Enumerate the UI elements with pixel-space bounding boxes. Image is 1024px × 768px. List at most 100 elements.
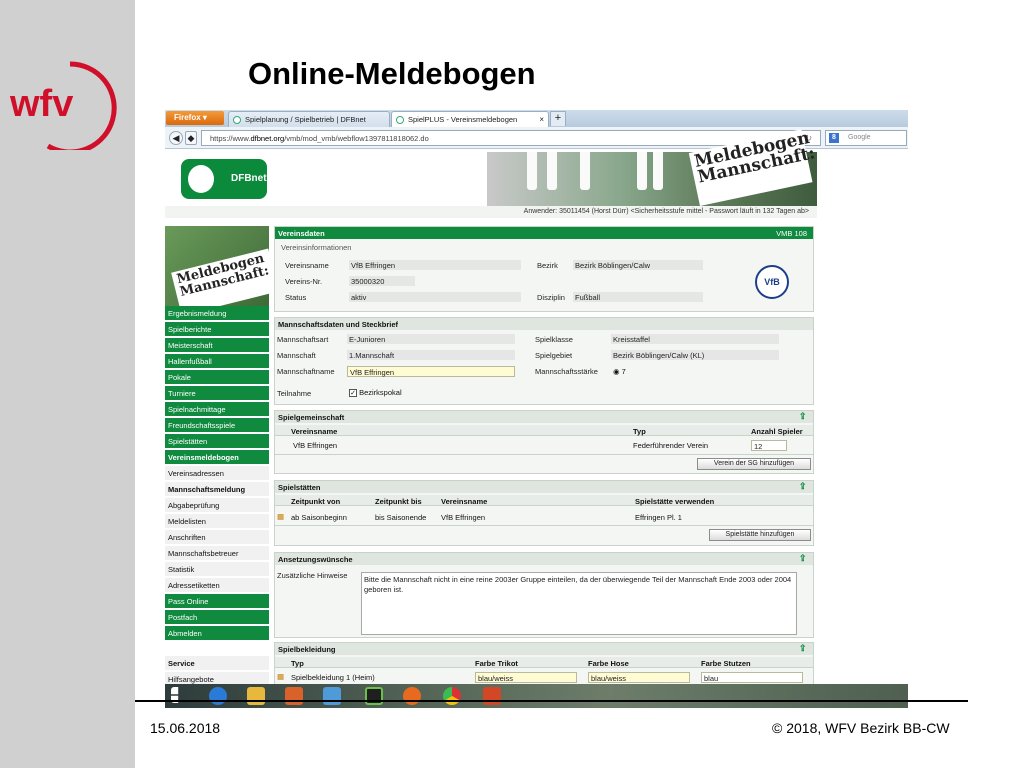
table-cell: ab Saisonbeginn: [291, 513, 347, 522]
club-crest: VfB: [755, 265, 789, 299]
file-explorer-icon[interactable]: [247, 687, 265, 705]
column-header: Farbe Hose: [588, 659, 629, 668]
back-arrow-icon[interactable]: ◀: [169, 131, 183, 145]
sidebar-item-pass-online[interactable]: Pass Online: [165, 594, 269, 609]
column-header: Typ: [291, 659, 304, 668]
label: Spielgebiet: [535, 351, 573, 360]
sidebar-item-pokale[interactable]: Pokale: [165, 370, 269, 385]
close-icon[interactable]: ×: [539, 115, 544, 124]
sidebar-item-mannschaftsbetreuer[interactable]: Mannschaftsbetreuer: [165, 546, 269, 561]
windows-taskbar: [165, 684, 908, 708]
panel-header: Spielgemeinschaft ⇪: [275, 411, 813, 423]
column-header: Vereinsname: [441, 497, 488, 506]
sidebar-item-meldelisten[interactable]: Meldelisten: [165, 514, 269, 529]
ie-browser-icon[interactable]: [209, 687, 227, 705]
column-header: Vereinsname: [291, 427, 338, 436]
staerke-radio[interactable]: ◉ 7: [613, 367, 626, 376]
tab-vereinsmeldebogen[interactable]: SpielPLUS - Vereinsmeldebogen ×: [391, 111, 549, 127]
footer-date: 15.06.2018: [150, 720, 221, 736]
browser-screenshot: Firefox ▾ Spielplanung / Spielbetrieb | …: [165, 110, 908, 708]
label: Mannschaft: [277, 351, 316, 360]
collapse-icon[interactable]: ⇪: [799, 644, 809, 654]
sidebar-item-anschriften[interactable]: Anschriften: [165, 530, 269, 545]
user-status-line: Anwender: 35011454 (Horst Dürr) <Sicherh…: [165, 206, 817, 218]
banner-sock: [637, 152, 647, 190]
anzahl-spieler-input[interactable]: 12: [751, 440, 787, 451]
sidebar-item-spielnachmittage[interactable]: Spielnachmittage: [165, 402, 269, 417]
firefox-menu-button[interactable]: Firefox ▾: [166, 111, 224, 125]
globe-icon: [396, 116, 404, 124]
label: Teilnahme: [277, 389, 312, 398]
collapse-icon[interactable]: ⇪: [799, 412, 809, 422]
column-header: Farbe Stutzen: [701, 659, 751, 668]
panel-header: Vereinsdaten VMB 108: [275, 227, 813, 239]
app-icon[interactable]: [365, 687, 383, 705]
lock-icon: ◆: [185, 131, 197, 145]
label: Zusätzliche Hinweise: [277, 571, 348, 580]
stutzen-color-input[interactable]: blau: [701, 672, 803, 683]
sidebar-item-postfach[interactable]: Postfach: [165, 610, 269, 625]
trikot-color-input[interactable]: blau/weiss: [475, 672, 577, 683]
search-engine-icon: 8: [829, 133, 839, 143]
label: Vereins-Nr.: [285, 277, 323, 286]
collapse-icon[interactable]: ⇪: [799, 482, 809, 492]
sidebar-item-adressetiketten[interactable]: Adressetiketten: [165, 578, 269, 593]
disziplin-value: Fußball: [573, 292, 703, 302]
footer-copyright: © 2018, WFV Bezirk BB-CW: [772, 720, 950, 736]
column-header: Farbe Trikot: [475, 659, 518, 668]
sidebar-item-hallenfussball[interactable]: Hallenfußball: [165, 354, 269, 369]
sidebar-item-vereinsadressen[interactable]: Vereinsadressen: [165, 466, 269, 481]
new-tab-button[interactable]: +: [550, 111, 566, 126]
url-input[interactable]: https://www.dfbnet.org/vmb/mod_vmb/webfl…: [201, 130, 821, 146]
sidebar-item-mannschaftsmeldung[interactable]: Mannschaftsmeldung: [165, 482, 269, 497]
globe-icon: [233, 116, 241, 124]
mannschaftname-input[interactable]: VfB Effringen: [347, 366, 515, 377]
powerpoint-icon[interactable]: [483, 687, 501, 705]
panel-header: Ansetzungswünsche ⇪: [275, 553, 813, 565]
calendar-icon[interactable]: ▦: [277, 512, 284, 521]
firefox-icon[interactable]: [403, 687, 421, 705]
table-cell: VfB Effringen: [293, 441, 338, 450]
collapse-icon[interactable]: ⇪: [799, 554, 809, 564]
add-sg-club-button[interactable]: Verein der SG hinzufügen: [697, 458, 811, 470]
tab-spielplanung[interactable]: Spielplanung / Spielbetrieb | DFBnet: [228, 111, 390, 127]
add-venue-button[interactable]: Spielstätte hinzufügen: [709, 529, 811, 541]
media-library-icon[interactable]: [285, 687, 303, 705]
label: Bezirk: [537, 261, 558, 270]
sidebar-item-spielstaetten[interactable]: Spielstätten: [165, 434, 269, 449]
tab-bar: Firefox ▾ Spielplanung / Spielbetrieb | …: [165, 110, 908, 127]
hose-color-input[interactable]: blau/weiss: [588, 672, 690, 683]
sidebar-item-ergebnismeldung[interactable]: Ergebnismeldung: [165, 306, 269, 321]
sidebar-item-freundschaftsspiele[interactable]: Freundschaftsspiele: [165, 418, 269, 433]
bezirkspokal-checkbox[interactable]: ✓ Bezirkspokal: [349, 388, 402, 397]
panel-header: Mannschaftsdaten und Steckbrief: [275, 318, 813, 330]
vereinsdaten-panel: Vereinsdaten VMB 108 Vereinsinformationen…: [274, 226, 814, 312]
table-cell: Federführender Verein: [633, 441, 709, 450]
bezirk-value: Bezirk Böblingen/Calw: [573, 260, 703, 270]
sidebar-item-turniere[interactable]: Turniere: [165, 386, 269, 401]
wfv-logo: wfv: [9, 61, 117, 150]
label: Disziplin: [537, 293, 565, 302]
sidebar-item-statistik[interactable]: Statistik: [165, 562, 269, 577]
media-player-icon[interactable]: [323, 687, 341, 705]
label: Mannschaftsart: [277, 335, 329, 344]
table-cell: bis Saisonende: [375, 513, 427, 522]
sidebar-item-spielberichte[interactable]: Spielberichte: [165, 322, 269, 337]
shirt-icon[interactable]: ▦: [277, 672, 284, 681]
label: Spielklasse: [535, 335, 573, 344]
sidebar-item-abmelden[interactable]: Abmelden: [165, 626, 269, 641]
label: Mannschaftname: [277, 367, 335, 376]
dfb-emblem-icon: [185, 162, 217, 196]
label: Status: [285, 293, 307, 302]
sidebar-item-meisterschaft[interactable]: Meisterschaft: [165, 338, 269, 353]
column-header: Typ: [633, 427, 646, 436]
ansetzungswuensche-panel: Ansetzungswünsche ⇪ Zusätzliche Hinweise …: [274, 552, 814, 638]
slide-title: Online-Meldebogen: [248, 56, 536, 91]
hinweise-textarea[interactable]: Bitte die Mannschaft nicht in eine reine…: [361, 572, 797, 635]
banner-sock: [547, 152, 557, 190]
table-cell: VfB Effringen: [441, 513, 486, 522]
sidebar-item-abgabepruefung[interactable]: Abgabeprüfung: [165, 498, 269, 513]
sidebar-item-vereinsmeldebogen[interactable]: Vereinsmeldebogen: [165, 450, 269, 465]
sidebar-item-service[interactable]: Service: [165, 656, 269, 671]
chrome-icon[interactable]: [443, 687, 461, 705]
